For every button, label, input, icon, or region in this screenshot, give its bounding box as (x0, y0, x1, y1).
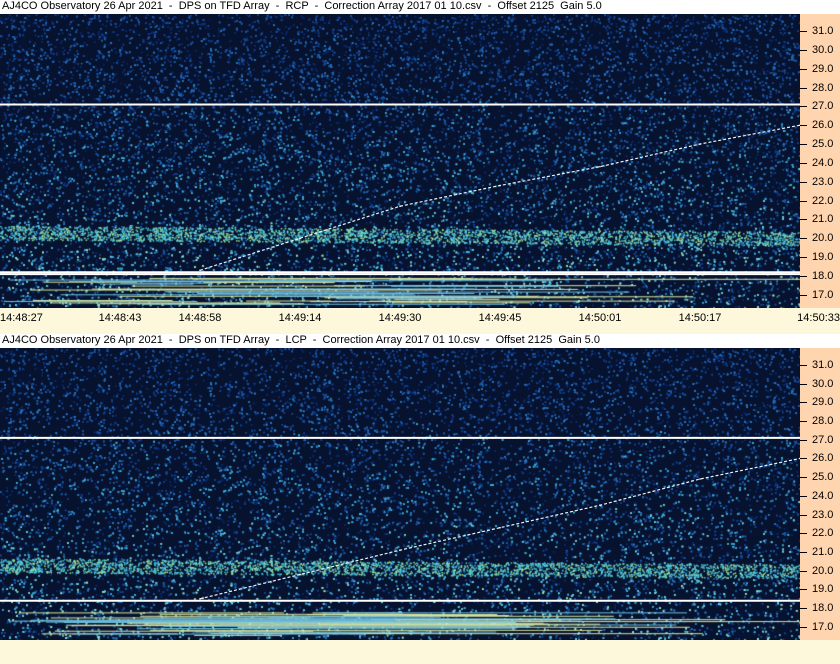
spectrogram-rcp (0, 14, 800, 308)
freq-tick-mark (800, 275, 807, 277)
freq-tick-label: 22.0 (812, 194, 834, 207)
freq-tick-mark (800, 402, 807, 404)
freq-tick-mark (800, 106, 807, 108)
time-tick-label: 14:49:14 (278, 312, 322, 324)
freq-tick-mark (800, 495, 807, 497)
spectrogram-lcp (0, 348, 800, 640)
drift-point (599, 504, 601, 507)
freq-tick-label: 27.0 (812, 100, 834, 113)
freq-tick-label: 24.0 (812, 489, 834, 502)
spectrogram-overlay-rcp (0, 103, 800, 276)
freq-tick-mark (800, 421, 807, 422)
freq-tick-mark (800, 514, 807, 516)
freq-tick-label: 25.0 (812, 138, 834, 151)
freq-tick-mark (800, 364, 807, 366)
drift-trace-rcp (199, 124, 800, 271)
time-axis: 14:48:27 14:48:43 14:48:58 14:49:14 14:49:30… (0, 308, 840, 334)
freq-tick-mark (800, 200, 807, 202)
panel-title-lcp: AJ4CO Observatory 26 Apr 2021 - DPS on T… (0, 334, 840, 348)
freq-tick-label: 25.0 (812, 471, 834, 484)
freq-tick-label: 20.0 (812, 232, 834, 245)
drift-point (699, 143, 701, 145)
freq-tick-mark (800, 68, 807, 70)
freq-tick-label: 28.0 (812, 81, 834, 94)
freq-tick-label: 29.0 (812, 396, 834, 409)
time-tick-label: 14:48:58 (178, 312, 222, 324)
drift-point (299, 237, 301, 240)
frequency-axis-lcp: 31.0 30.0 29.0 28.0 27.0 26.0 25.0 24.0 23.0 22.0… (800, 348, 840, 640)
freq-tick-mark (800, 30, 807, 32)
freq-tick-label: 21.0 (812, 213, 834, 226)
freq-tick-mark (800, 477, 807, 479)
freq-tick-label: 23.0 (812, 508, 834, 521)
drift-point (299, 573, 301, 576)
freq-tick-label: 18.0 (812, 269, 834, 282)
freq-tick-label: 30.0 (812, 43, 834, 56)
freq-tick-mark (800, 257, 807, 259)
freq-tick-mark (800, 626, 807, 628)
freq-tick-mark (800, 219, 807, 221)
freq-tick-label: 30.0 (812, 377, 834, 390)
freq-tick-label: 29.0 (812, 62, 834, 75)
freq-tick-label: 24.0 (812, 156, 834, 169)
freq-tick-label: 27.0 (812, 433, 834, 446)
freq-tick-label: 19.0 (812, 251, 834, 264)
time-tick-label: 14:50:17 (678, 312, 722, 324)
drift-point (199, 269, 201, 272)
freq-tick-mark (800, 533, 807, 535)
time-tick-label: 14:49:30 (378, 312, 422, 324)
drift-point (499, 526, 501, 529)
freq-tick-label: 31.0 (812, 24, 834, 37)
freq-tick-mark (800, 570, 807, 572)
freq-tick-label: 26.0 (812, 119, 834, 132)
time-tick-label: 14:48:43 (98, 312, 142, 324)
freq-tick-mark (800, 552, 807, 554)
freq-tick-label: 19.0 (812, 583, 834, 596)
freq-tick-label: 28.0 (812, 415, 834, 427)
drift-point (399, 549, 401, 551)
time-tick-label: 14:50:01 (578, 312, 622, 324)
freq-tick-label: 23.0 (812, 175, 834, 188)
freq-tick-label: 17.0 (812, 288, 834, 301)
drift-point (399, 205, 401, 208)
freq-tick-label: 20.0 (812, 564, 834, 577)
panel-title-rcp: AJ4CO Observatory 26 Apr 2021 - DPS on T… (0, 0, 840, 14)
freq-tick-mark (800, 439, 807, 441)
time-tick-label: 14:49:45 (478, 312, 522, 324)
freq-tick-mark (800, 608, 807, 610)
time-tick-label: 14:50:33 (797, 312, 840, 324)
freq-tick-mark (800, 87, 807, 89)
freq-tick-label: 22.0 (812, 527, 834, 540)
freq-tick-mark (800, 125, 807, 127)
drift-point (699, 478, 701, 480)
freq-tick-label: 21.0 (812, 546, 834, 559)
freq-tick-mark (800, 589, 807, 591)
freq-tick-label: 17.0 (812, 620, 834, 633)
freq-tick-mark (800, 181, 807, 183)
freq-tick-mark (800, 144, 807, 146)
time-tick-label: 14:48:27 (0, 312, 43, 324)
freq-tick-mark (800, 383, 807, 385)
bottom-strip (0, 640, 840, 664)
drift-point (599, 165, 601, 168)
freq-tick-mark (800, 238, 807, 240)
freq-tick-mark (800, 458, 807, 460)
freq-tick-mark (800, 294, 807, 296)
spectrogram-overlay-lcp (0, 436, 800, 602)
drift-trace-lcp (199, 457, 800, 600)
freq-tick-mark (800, 49, 807, 51)
drift-point (499, 184, 501, 187)
frequency-axis-rcp: 31.0 30.0 29.0 28.0 27.0 26.0 25.0 24.0 23.0 22.0… (800, 14, 840, 308)
drift-point (199, 598, 201, 600)
freq-tick-mark (800, 162, 807, 164)
freq-tick-label: 31.0 (812, 358, 834, 371)
freq-tick-label: 26.0 (812, 452, 834, 465)
freq-tick-label: 18.0 (812, 602, 834, 615)
